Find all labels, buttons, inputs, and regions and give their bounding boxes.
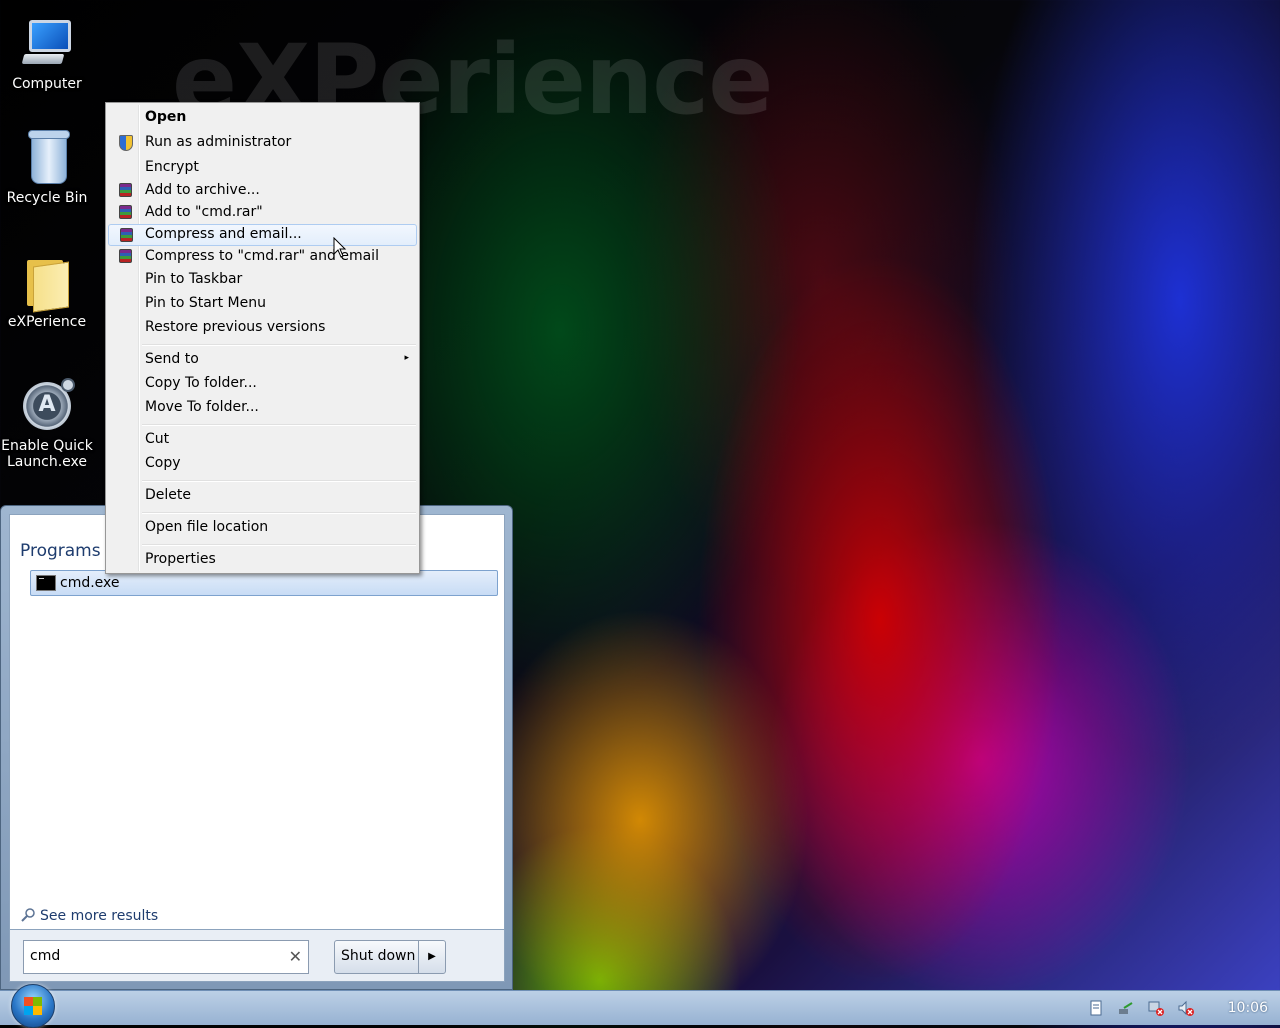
menu-item-move-to-folder[interactable]: Move To folder... <box>108 397 417 419</box>
clear-search-icon[interactable]: ✕ <box>289 947 302 966</box>
uac-shield-icon <box>119 135 133 151</box>
menu-item-copy-to-folder[interactable]: Copy To folder... <box>108 373 417 395</box>
context-menu: Open Run as administrator Encrypt Add to… <box>105 102 420 574</box>
menu-separator <box>142 480 416 482</box>
menu-item-label: Properties <box>145 551 216 567</box>
winrar-icon <box>119 205 132 219</box>
start-menu-bottom-bar: cmd ✕ Shut down ▶ <box>9 930 505 982</box>
desktop-icon-label: Enable Quick Launch.exe <box>1 438 93 470</box>
submenu-arrow-icon: ▸ <box>404 353 409 363</box>
menu-item-open-file-location[interactable]: Open file location <box>108 517 417 539</box>
menu-item-label: Add to "cmd.rar" <box>145 204 263 220</box>
menu-item-label: Open <box>145 109 187 125</box>
menu-separator <box>142 344 416 346</box>
menu-item-label: Restore previous versions <box>145 319 326 335</box>
folder-icon <box>19 254 75 313</box>
menu-item-label: Run as administrator <box>145 134 292 150</box>
start-button[interactable] <box>11 984 55 1028</box>
desktop-icon-label: Computer <box>12 76 82 92</box>
menu-item-send-to[interactable]: Send to ▸ <box>108 349 417 371</box>
menu-item-label: Delete <box>145 487 191 503</box>
desktop-icon-computer[interactable]: Computer <box>0 16 94 92</box>
menu-item-cut[interactable]: Cut <box>108 429 417 451</box>
recycle-bin-icon <box>19 130 75 186</box>
search-result-label: cmd.exe <box>60 575 120 591</box>
menu-item-label: Pin to Taskbar <box>145 271 243 287</box>
menu-item-label: Compress and email... <box>145 226 302 242</box>
menu-item-label: Open file location <box>145 519 269 535</box>
shut-down-options-arrow-icon[interactable]: ▶ <box>418 941 445 973</box>
see-more-results-link[interactable]: See more results <box>40 908 158 924</box>
desktop-icon-label: Recycle Bin <box>6 190 88 206</box>
menu-item-compress-to-cmd-rar-and-email[interactable]: Compress to "cmd.rar" and email <box>108 246 417 268</box>
menu-item-pin-to-taskbar[interactable]: Pin to Taskbar <box>108 269 417 291</box>
menu-separator <box>142 512 416 514</box>
start-menu-results-pane: Programs ( cmd.exe See more results <box>9 514 505 930</box>
menu-item-label: Pin to Start Menu <box>145 295 266 311</box>
menu-item-properties[interactable]: Properties <box>108 549 417 571</box>
desktop-icon-label: eXPerience <box>7 314 87 330</box>
winrar-icon <box>119 183 132 197</box>
action-center-icon[interactable] <box>1088 1000 1104 1016</box>
menu-item-delete[interactable]: Delete <box>108 485 417 507</box>
taskbar: 10:06 <box>0 984 1280 1028</box>
menu-item-label: Copy <box>145 455 181 471</box>
menu-item-encrypt[interactable]: Encrypt <box>108 157 417 179</box>
start-search-input[interactable]: cmd ✕ <box>23 940 309 974</box>
menu-item-label: Cut <box>145 431 170 447</box>
computer-icon <box>19 16 75 72</box>
winrar-icon <box>119 249 132 263</box>
menu-item-restore-previous-versions[interactable]: Restore previous versions <box>108 317 417 339</box>
volume-muted-icon[interactable] <box>1178 1000 1194 1016</box>
desktop-icon-recycle-bin[interactable]: Recycle Bin <box>0 130 94 206</box>
system-clock[interactable]: 10:06 <box>1228 1000 1268 1016</box>
search-input-value: cmd <box>30 948 61 964</box>
network-disconnected-icon[interactable] <box>1148 1000 1164 1016</box>
menu-item-label: Move To folder... <box>145 399 259 415</box>
mouse-cursor-icon <box>333 237 347 258</box>
menu-item-run-as-administrator[interactable]: Run as administrator <box>108 132 417 154</box>
search-icon <box>21 908 35 922</box>
quick-launch-icon: A <box>19 378 75 434</box>
menu-item-add-to-cmd-rar[interactable]: Add to "cmd.rar" <box>108 202 417 224</box>
programs-section-title: Programs ( <box>20 541 113 561</box>
menu-separator <box>142 544 416 546</box>
menu-item-compress-and-email[interactable]: Compress and email... <box>108 224 417 246</box>
windows-logo-icon <box>24 997 42 1015</box>
desktop-icon-enable-quick-launch[interactable]: A Enable Quick Launch.exe <box>0 378 94 470</box>
menu-item-label: Add to archive... <box>145 182 260 198</box>
menu-item-open[interactable]: Open <box>108 107 417 129</box>
menu-item-label: Encrypt <box>145 159 199 175</box>
network-icon[interactable] <box>1118 1000 1134 1016</box>
console-icon <box>36 575 56 591</box>
menu-separator <box>142 424 416 426</box>
shut-down-label: Shut down <box>341 948 416 964</box>
start-menu: Programs ( cmd.exe See more results cmd … <box>0 505 513 990</box>
menu-item-label: Copy To folder... <box>145 375 257 391</box>
menu-item-copy[interactable]: Copy <box>108 453 417 475</box>
desktop-icon-experience-folder[interactable]: eXPerience <box>0 254 94 330</box>
shut-down-button[interactable]: Shut down ▶ <box>334 940 446 974</box>
menu-item-pin-to-start-menu[interactable]: Pin to Start Menu <box>108 293 417 315</box>
menu-item-label: Send to <box>145 351 199 367</box>
menu-item-add-to-archive[interactable]: Add to archive... <box>108 180 417 202</box>
winrar-icon <box>120 228 133 242</box>
